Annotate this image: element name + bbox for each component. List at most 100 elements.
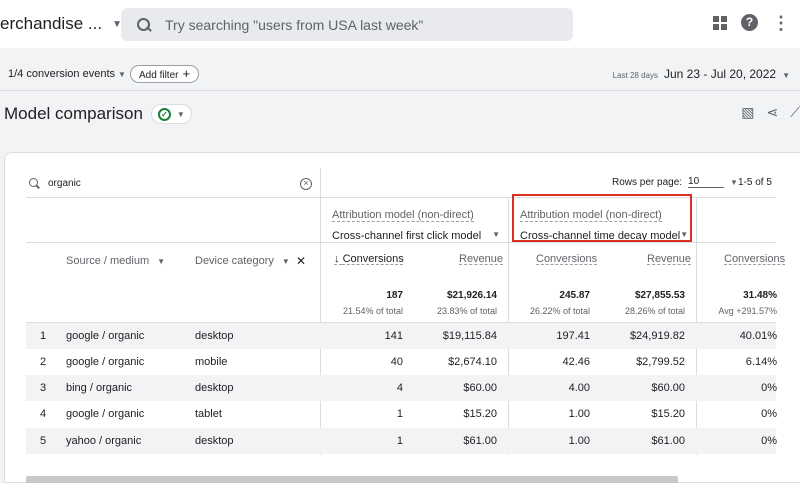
help-icon[interactable]: ? <box>741 14 758 31</box>
divider <box>0 90 800 91</box>
clear-search-icon[interactable]: × <box>300 178 312 190</box>
apps-grid-icon[interactable] <box>713 15 727 30</box>
more-vert-icon[interactable]: ⋮ <box>772 14 790 32</box>
column-header-conversions-3[interactable]: Conversions <box>724 253 785 265</box>
dropdown-arrow-icon: ▼ <box>118 70 126 79</box>
page-title: Model comparison <box>4 104 143 123</box>
cell-revenue-time-decay: $15.20 <box>651 408 685 420</box>
filter-bar: 1/4 conversion events ▼ Add filter + Last … <box>0 58 800 88</box>
cell-source-medium: bing / organic <box>66 382 133 394</box>
total-subtext: 28.26% of total <box>624 306 685 316</box>
search-placeholder: Try searching "users from USA last week" <box>165 16 424 33</box>
column-header-source[interactable]: Source / medium ▼ <box>66 255 165 267</box>
column-header-conversions-2[interactable]: Conversions <box>536 253 597 265</box>
cell-revenue-first-click: $19,115.84 <box>442 330 497 342</box>
add-filter-button[interactable]: Add filter + <box>130 65 200 83</box>
cell-device-category: tablet <box>195 408 222 420</box>
date-range-picker[interactable]: Last 28 days Jun 23 - Jul 20, 2022 ▼ <box>613 67 790 81</box>
table-search[interactable]: organic <box>26 168 321 198</box>
cell-conversions-time-decay: 42.46 <box>562 356 590 368</box>
cell-revenue-first-click: $15.20 <box>463 408 497 420</box>
row-index: 3 <box>40 382 47 394</box>
cell-conversions-change: 0% <box>761 435 777 447</box>
sort-desc-icon: ↓ <box>334 253 343 265</box>
status-chip[interactable]: ✓ ▼ <box>150 104 192 124</box>
date-range-value: Jun 23 - Jul 20, 2022 <box>664 67 777 81</box>
cell-conversions-time-decay: 1.00 <box>568 408 590 420</box>
highlight-box <box>512 194 692 242</box>
cell-device-category: mobile <box>195 356 228 368</box>
table-row[interactable]: 3 bing / organic desktop 4 $60.00 4.00 $60.00 0… <box>26 375 777 401</box>
cell-revenue-time-decay: $61.00 <box>651 435 685 447</box>
cell-conversions-first-click: 141 <box>384 330 403 342</box>
cell-device-category: desktop <box>195 330 234 342</box>
total-value: 187 <box>386 290 403 301</box>
table-search-input[interactable]: organic <box>48 178 81 189</box>
cell-conversions-change: 6.14% <box>745 356 777 368</box>
column-header-revenue-2[interactable]: Revenue <box>647 253 691 265</box>
total-subtext: 23.83% of total <box>436 306 497 316</box>
share-icon[interactable]: ⋖ <box>766 104 778 121</box>
remove-dimension-icon[interactable]: ✕ <box>296 254 306 268</box>
total-subtext: Avg +291.57% <box>718 306 777 316</box>
rows-per-page-label: Rows per page: <box>612 176 683 188</box>
rows-per-page-select[interactable]: 10 <box>688 176 725 188</box>
cell-revenue-first-click: $60.00 <box>463 382 497 394</box>
row-index: 4 <box>40 408 47 420</box>
search-bar[interactable]: Try searching "users from USA last week" <box>121 8 573 41</box>
cell-revenue-first-click: $61.00 <box>463 435 497 447</box>
dropdown-arrow-icon: ▼ <box>492 230 500 239</box>
table-row[interactable]: 5 yahoo / organic desktop 1 $61.00 1.00 $61.00… <box>26 428 777 454</box>
check-circle-icon: ✓ <box>157 107 171 121</box>
horizontal-scrollbar[interactable] <box>26 476 678 483</box>
cell-device-category: desktop <box>195 382 234 394</box>
property-selector[interactable]: erchandise ... ▼ <box>0 14 122 34</box>
cell-source-medium: google / organic <box>66 356 145 368</box>
table-row[interactable]: 4 google / organic tablet 1 $15.20 1.00 $15.20… <box>26 401 777 427</box>
property-name: erchandise ... <box>0 14 103 33</box>
cell-conversions-change: 0% <box>761 382 777 394</box>
cell-conversions-time-decay: 4.00 <box>568 382 590 394</box>
divider <box>26 242 776 243</box>
column-header-revenue-1[interactable]: Revenue <box>459 253 503 265</box>
table-row[interactable]: 2 google / organic mobile 40 $2,674.10 42.46 $… <box>26 349 777 375</box>
date-range-label: Last 28 days <box>612 71 658 80</box>
total-subtext: 26.22% of total <box>529 306 590 316</box>
cell-conversions-change: 40.01% <box>739 330 777 342</box>
table-row[interactable]: 1 google / organic desktop 141 $19,115.84 197… <box>26 323 777 349</box>
top-bar: erchandise ... ▼ Try searching "users fr… <box>0 0 800 48</box>
conversion-events-selector[interactable]: 1/4 conversion events ▼ <box>8 68 126 80</box>
row-index: 1 <box>40 330 47 342</box>
cell-conversions-first-click: 4 <box>396 382 403 394</box>
total-value: $21,926.14 <box>446 290 497 301</box>
cell-source-medium: yahoo / organic <box>66 435 142 447</box>
total-value: 245.87 <box>559 290 590 301</box>
row-index: 2 <box>40 356 47 368</box>
total-value: 31.48% <box>743 290 777 301</box>
customize-report-icon[interactable]: ▧ <box>741 104 754 121</box>
rows-per-page: Rows per page: 10 ▼ <box>612 176 738 188</box>
cell-revenue-time-decay: $2,799.52 <box>636 356 685 368</box>
cell-conversions-first-click: 1 <box>396 408 403 420</box>
model-value: Cross-channel first click model <box>332 230 482 242</box>
dropdown-arrow-icon: ▼ <box>176 109 185 119</box>
cell-revenue-first-click: $2,674.10 <box>448 356 497 368</box>
insights-icon[interactable]: ⟋ <box>790 104 800 121</box>
model-selector-first-click[interactable]: Attribution model (non-direct) Cross-cha… <box>332 205 500 242</box>
search-icon <box>137 17 151 32</box>
row-index: 5 <box>40 435 47 447</box>
dropdown-arrow-icon: ▼ <box>782 71 790 80</box>
cell-conversions-time-decay: 197.41 <box>556 330 590 342</box>
column-header-device[interactable]: Device category ▼ <box>195 255 290 267</box>
search-icon <box>29 177 40 189</box>
total-subtext: 21.54% of total <box>342 306 403 316</box>
cell-conversions-first-click: 40 <box>390 356 403 368</box>
total-value: $27,855.53 <box>634 290 685 301</box>
cell-revenue-time-decay: $60.00 <box>651 382 685 394</box>
cell-revenue-time-decay: $24,919.82 <box>629 330 685 342</box>
plus-icon: + <box>182 66 191 81</box>
model-label: Attribution model (non-direct) <box>332 209 474 222</box>
column-header-conversions-1[interactable]: ↓ Conversions <box>334 253 404 265</box>
dropdown-arrow-icon[interactable]: ▼ <box>730 178 738 187</box>
cell-conversions-first-click: 1 <box>396 435 403 447</box>
